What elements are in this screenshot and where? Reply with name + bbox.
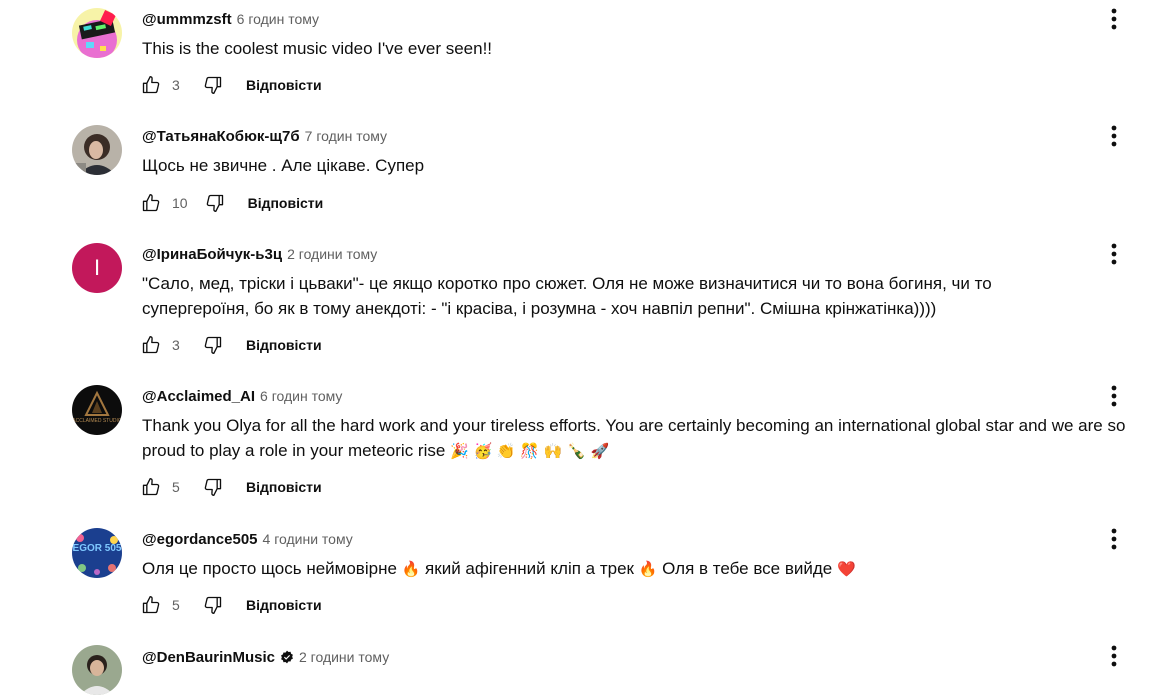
- comment-toolbar: 3 Відповісти: [138, 332, 322, 358]
- comment-menu-button[interactable]: [1100, 240, 1128, 268]
- comment-header: @Acclaimed_AI 6 годин тому: [142, 386, 342, 406]
- logo-text: EGOR 505: [73, 543, 122, 554]
- emoji-sequence: 🎉 🥳 👏 🎊 🙌 🍾 🚀: [450, 442, 610, 460]
- comment-header: @egordance505 4 години тому: [142, 529, 353, 549]
- comment-menu-button[interactable]: [1100, 525, 1128, 553]
- verified-badge-icon: [281, 650, 293, 664]
- thumbs-up-icon: [142, 478, 160, 496]
- comment-text: This is the coolest music video I've eve…: [142, 39, 493, 58]
- fire-emoji: 🔥: [401, 560, 421, 578]
- comment-text: "Сало, мед, тріски і цьваки"- це якщо ко…: [142, 274, 992, 318]
- more-vertical-icon: [1111, 8, 1117, 30]
- author-name[interactable]: @ТатьянаКобюк-щ7б: [142, 128, 300, 145]
- avatar[interactable]: EGOR 505: [72, 528, 122, 578]
- thumbs-up-icon: [142, 596, 160, 614]
- like-button[interactable]: [138, 592, 164, 618]
- avatar[interactable]: ACCLAIMED STUDIO: [72, 385, 122, 435]
- heart-emoji: ❤️: [836, 560, 856, 578]
- reply-button[interactable]: Відповісти: [246, 593, 322, 617]
- reply-button[interactable]: Відповісти: [246, 73, 322, 97]
- avatar[interactable]: [72, 8, 122, 58]
- like-count: 3: [172, 337, 180, 353]
- photo-woman-avatar-icon: [72, 125, 122, 175]
- comment-text-body: Thank you Olya for all the hard work and…: [142, 416, 1126, 460]
- fire-emoji: 🔥: [638, 560, 658, 578]
- comment-text: Thank you Olya for all the hard work and…: [142, 413, 1137, 464]
- author-name[interactable]: @ummmzsft: [142, 11, 232, 28]
- author-name[interactable]: @ІринаБойчук-ь3ц: [142, 246, 282, 263]
- more-vertical-icon: [1111, 385, 1117, 407]
- like-button[interactable]: [138, 474, 164, 500]
- timestamp[interactable]: 7 годин тому: [305, 128, 387, 144]
- thumbs-down-icon: [204, 478, 222, 496]
- comment-header: @DenBaurinMusic 2 години тому: [142, 647, 389, 667]
- like-button[interactable]: [138, 190, 164, 216]
- author-name[interactable]: @Acclaimed_AI: [142, 388, 255, 405]
- author-name[interactable]: @egordance505: [142, 531, 258, 548]
- like-button[interactable]: [138, 72, 164, 98]
- avatar[interactable]: І: [72, 243, 122, 293]
- comment-text-part: який афігенний кліп а трек: [420, 559, 639, 578]
- reply-button[interactable]: Відповісти: [248, 191, 324, 215]
- comment-text-part: Оля це просто щось неймовірне: [142, 559, 402, 578]
- comment-text-part: Оля в тебе все вийде: [657, 559, 837, 578]
- thumbs-up-icon: [142, 76, 160, 94]
- more-vertical-icon: [1111, 125, 1117, 147]
- thumbs-up-icon: [142, 336, 160, 354]
- comment-header: @ТатьянаКобюк-щ7б 7 годин тому: [142, 126, 387, 146]
- comment-toolbar: 10 Відповісти: [138, 190, 323, 216]
- thumbs-down-icon: [204, 596, 222, 614]
- thumbs-down-icon: [204, 76, 222, 95]
- thumbs-down-icon: [204, 336, 222, 354]
- more-vertical-icon: [1111, 645, 1117, 667]
- comment-menu-button[interactable]: [1100, 122, 1128, 150]
- thumbs-down-icon: [206, 194, 223, 212]
- dislike-button[interactable]: [200, 72, 226, 98]
- dislike-button[interactable]: [200, 592, 226, 618]
- avatar[interactable]: [72, 125, 122, 175]
- more-vertical-icon: [1111, 243, 1117, 265]
- comment-menu-button[interactable]: [1100, 642, 1128, 670]
- comment-menu-button[interactable]: [1100, 382, 1128, 410]
- cupcake-avatar-icon: [72, 8, 122, 58]
- like-count: 10: [172, 195, 188, 211]
- comment-header: @ummmzsft 6 годин тому: [142, 9, 319, 29]
- thumbs-up-icon: [142, 194, 160, 212]
- acclaimed-studio-logo-icon: ACCLAIMED STUDIO: [72, 385, 122, 435]
- comment-toolbar: 5 Відповісти: [138, 474, 322, 500]
- avatar-letter: І: [93, 255, 101, 280]
- comment-header: @ІринаБойчук-ь3ц 2 години тому: [142, 244, 377, 264]
- egor-balloons-avatar-icon: EGOR 505: [72, 528, 122, 578]
- photo-man-avatar-icon: [72, 645, 122, 695]
- timestamp[interactable]: 6 годин тому: [237, 11, 319, 27]
- author-name[interactable]: @DenBaurinMusic: [142, 649, 275, 666]
- like-count: 5: [172, 479, 180, 495]
- reply-button[interactable]: Відповісти: [246, 475, 322, 499]
- comment-toolbar: 5 Відповісти: [138, 592, 322, 618]
- comment-text: Щось не звичне . Але цікаве. Супер: [142, 156, 425, 175]
- timestamp[interactable]: 6 годин тому: [260, 388, 342, 404]
- avatar[interactable]: [72, 645, 122, 695]
- comment-toolbar: 3 Відповісти: [138, 72, 322, 98]
- like-button[interactable]: [138, 332, 164, 358]
- dislike-button[interactable]: [202, 190, 228, 216]
- dislike-button[interactable]: [200, 474, 226, 500]
- dislike-button[interactable]: [200, 332, 226, 358]
- timestamp[interactable]: 2 години тому: [287, 246, 377, 262]
- logo-text: ACCLAIMED STUDIO: [72, 418, 122, 424]
- like-count: 5: [172, 597, 180, 613]
- reply-button[interactable]: Відповісти: [246, 333, 322, 357]
- like-count: 3: [172, 77, 180, 93]
- more-vertical-icon: [1111, 528, 1117, 550]
- timestamp[interactable]: 4 години тому: [263, 531, 353, 547]
- timestamp[interactable]: 2 години тому: [299, 649, 389, 665]
- comment-menu-button[interactable]: [1100, 5, 1128, 33]
- comment-text: Оля це просто щось неймовірне 🔥 який афі…: [142, 556, 1142, 582]
